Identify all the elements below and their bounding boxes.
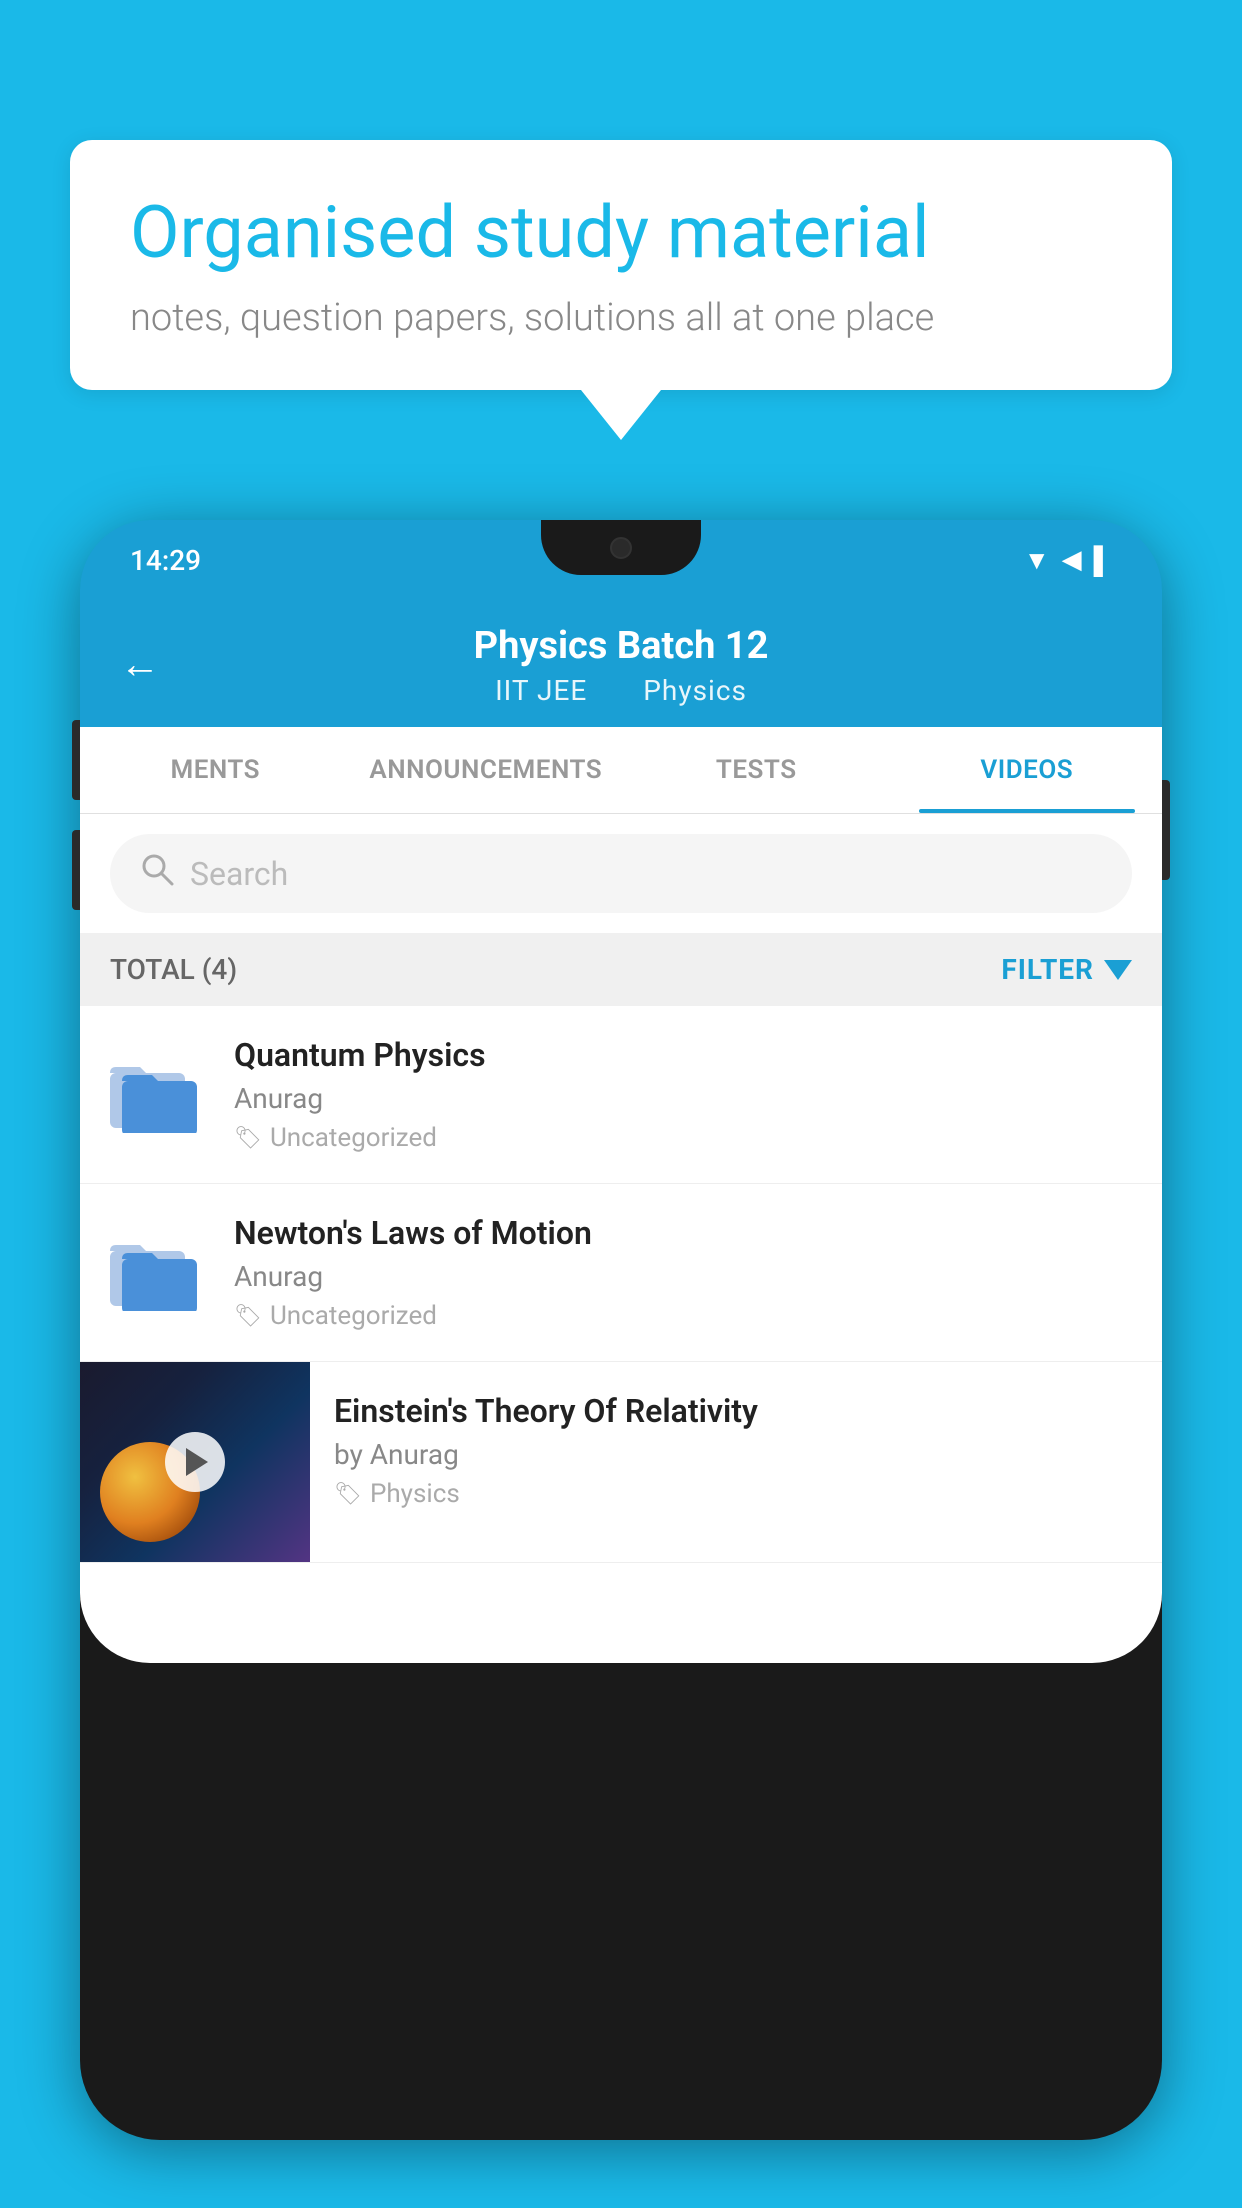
tag-icon: 🏷 <box>234 1126 262 1151</box>
video-item-info-2: Newton's Laws of Motion Anurag 🏷 Uncateg… <box>234 1214 1132 1331</box>
speech-bubble: Organised study material notes, question… <box>70 140 1172 390</box>
video-author-1: Anurag <box>234 1082 1132 1115</box>
tab-videos[interactable]: VIDEOS <box>892 727 1163 813</box>
play-button[interactable] <box>165 1432 225 1492</box>
front-camera <box>610 537 632 559</box>
video-title-2: Newton's Laws of Motion <box>234 1214 1132 1252</box>
search-input[interactable]: Search <box>190 855 288 893</box>
phone-notch <box>541 520 701 575</box>
power-button[interactable] <box>1162 780 1170 880</box>
list-item[interactable]: Quantum Physics Anurag 🏷 Uncategorized <box>80 1006 1162 1184</box>
video-thumbnail-3 <box>80 1362 310 1562</box>
search-container: Search <box>80 814 1162 933</box>
video-title-3: Einstein's Theory Of Relativity <box>334 1392 1138 1430</box>
status-time: 14:29 <box>130 544 201 577</box>
search-bar[interactable]: Search <box>110 834 1132 913</box>
phone-outer: 14:29 ▼ ◀ ▌ ← Physics Batch 12 IIT JEE P… <box>80 520 1162 2140</box>
search-icon <box>140 852 174 895</box>
filter-bar: TOTAL (4) FILTER <box>80 933 1162 1006</box>
header-subtitle: IIT JEE Physics <box>120 674 1122 707</box>
tab-ments[interactable]: MENTS <box>80 727 351 813</box>
tag-icon: 🏷 <box>234 1304 262 1329</box>
speech-bubble-arrow <box>581 390 661 440</box>
filter-label: FILTER <box>1001 953 1094 986</box>
list-item[interactable]: Einstein's Theory Of Relativity by Anura… <box>80 1362 1162 1563</box>
video-item-info-3: Einstein's Theory Of Relativity by Anura… <box>310 1362 1162 1539</box>
speech-bubble-title: Organised study material <box>130 190 1112 276</box>
header-subtitle-right: Physics <box>643 674 747 707</box>
status-bar: 14:29 ▼ ◀ ▌ <box>80 520 1162 600</box>
video-item-info-1: Quantum Physics Anurag 🏷 Uncategorized <box>234 1036 1132 1153</box>
speech-bubble-subtitle: notes, question papers, solutions all at… <box>130 296 1112 340</box>
filter-button[interactable]: FILTER <box>1001 953 1132 986</box>
signal-icon: ◀ <box>1062 545 1082 575</box>
app-header: ← Physics Batch 12 IIT JEE Physics <box>80 600 1162 727</box>
status-icons: ▼ ◀ ▌ <box>1024 545 1112 576</box>
video-tag-2: 🏷 Uncategorized <box>234 1301 1132 1331</box>
play-icon <box>186 1448 208 1476</box>
back-button[interactable]: ← <box>120 640 160 687</box>
video-list: Quantum Physics Anurag 🏷 Uncategorized <box>80 1006 1162 1563</box>
phone-container: 14:29 ▼ ◀ ▌ ← Physics Batch 12 IIT JEE P… <box>80 520 1162 2208</box>
volume-up-button[interactable] <box>72 720 80 800</box>
video-thumbnail-2 <box>110 1231 210 1315</box>
speech-bubble-container: Organised study material notes, question… <box>70 140 1172 440</box>
video-author-3: by Anurag <box>334 1438 1138 1471</box>
battery-icon: ▌ <box>1094 545 1112 576</box>
video-title-1: Quantum Physics <box>234 1036 1132 1074</box>
tab-tests[interactable]: TESTS <box>621 727 892 813</box>
tabs-bar: MENTS ANNOUNCEMENTS TESTS VIDEOS <box>80 727 1162 814</box>
volume-down-button[interactable] <box>72 830 80 910</box>
video-author-2: Anurag <box>234 1260 1132 1293</box>
total-label: TOTAL (4) <box>110 953 237 986</box>
tab-announcements[interactable]: ANNOUNCEMENTS <box>351 727 622 813</box>
list-item[interactable]: Newton's Laws of Motion Anurag 🏷 Uncateg… <box>80 1184 1162 1362</box>
phone-inner: 14:29 ▼ ◀ ▌ ← Physics Batch 12 IIT JEE P… <box>80 520 1162 1663</box>
tag-icon: 🏷 <box>334 1482 362 1507</box>
wifi-icon: ▼ <box>1024 545 1050 576</box>
filter-icon <box>1104 960 1132 980</box>
screen-bottom-fill <box>80 1563 1162 1663</box>
video-tag-3: 🏷 Physics <box>334 1479 1138 1509</box>
header-title: Physics Batch 12 <box>120 624 1122 668</box>
video-tag-1: 🏷 Uncategorized <box>234 1123 1132 1153</box>
header-subtitle-left: IIT JEE <box>495 674 587 707</box>
video-thumbnail-1 <box>110 1053 210 1137</box>
